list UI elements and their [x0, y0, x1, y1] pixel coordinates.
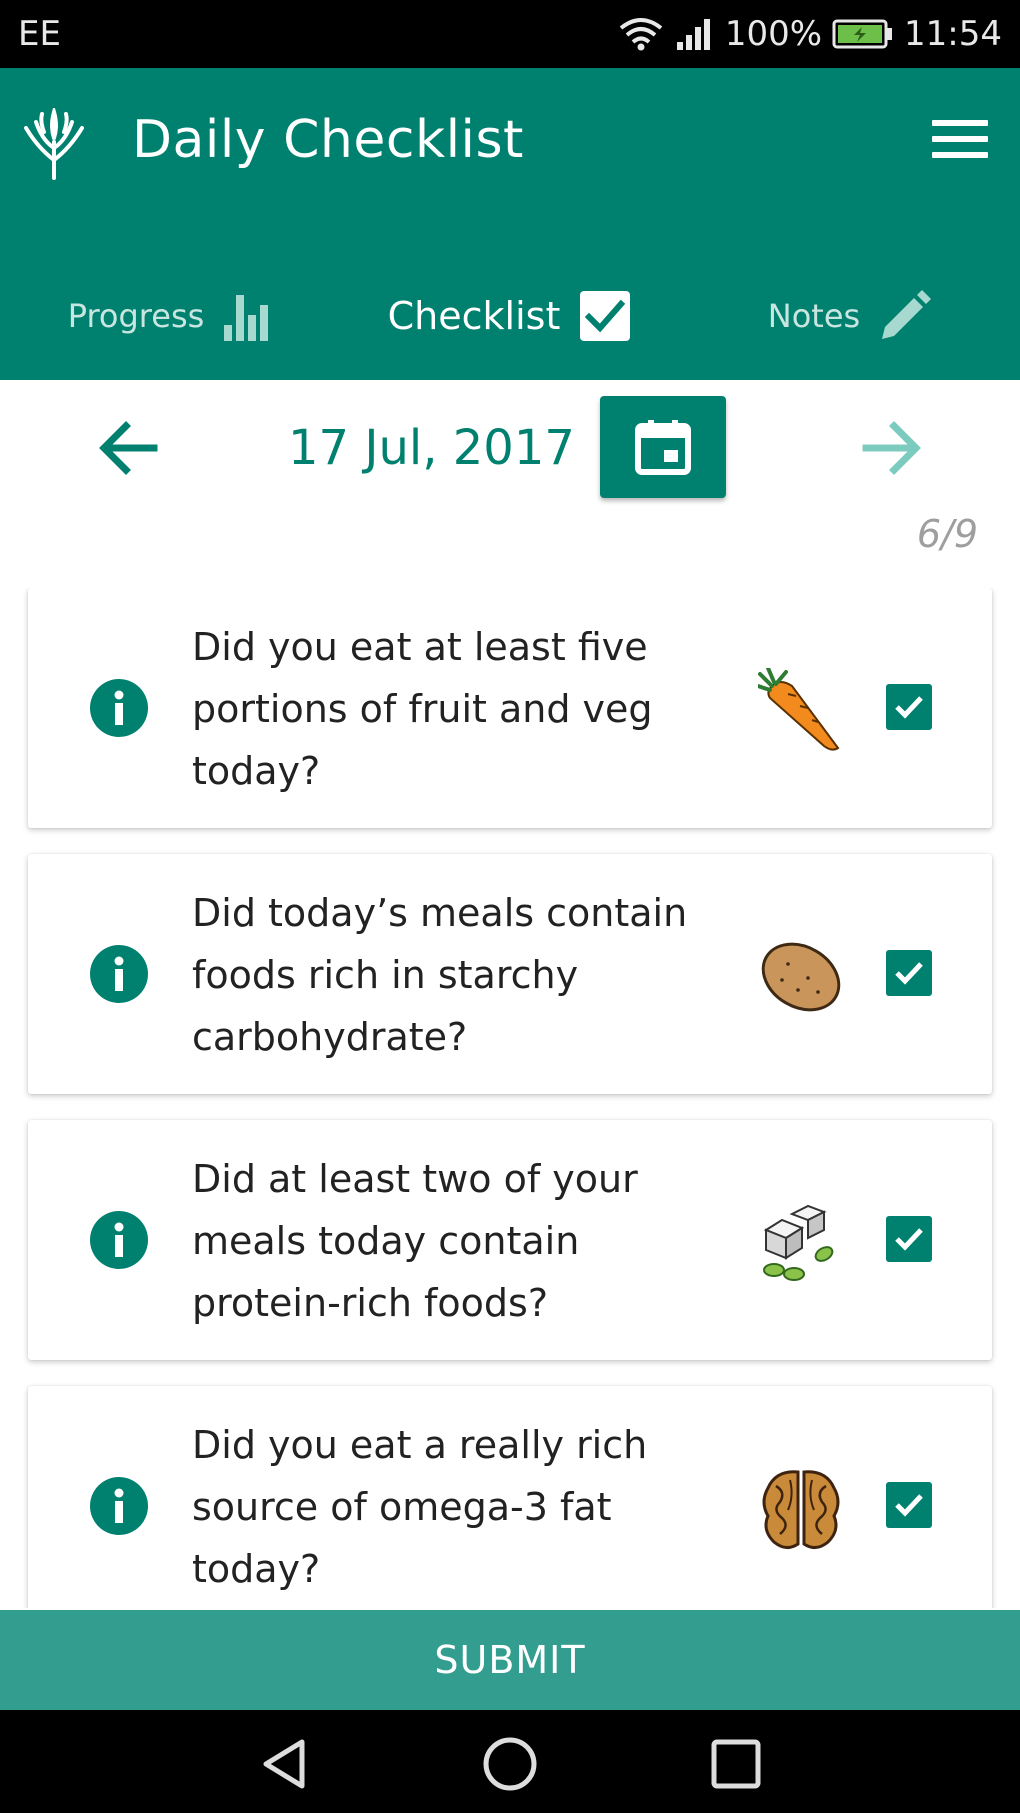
tab-checklist-label: Checklist: [387, 294, 561, 338]
tab-notes[interactable]: Notes: [680, 266, 1020, 366]
bar-chart-icon: [224, 295, 269, 341]
plant-logo-icon: [24, 108, 84, 180]
status-bar: EE 100% 11:54: [0, 0, 1020, 68]
tofu-beans-icon: [763, 1204, 834, 1281]
answer-checkbox[interactable]: [886, 1482, 932, 1528]
clock: 11:54: [904, 14, 1002, 54]
tab-bar: Progress Checklist Notes: [0, 266, 1020, 366]
checkmark-icon: [895, 962, 923, 985]
tab-notes-label: Notes: [767, 297, 861, 335]
question-text: Did at least two of your meals today con…: [192, 1157, 638, 1325]
info-icon[interactable]: [90, 945, 148, 1003]
answer-checkbox[interactable]: [886, 1216, 932, 1262]
info-icon[interactable]: [90, 1211, 148, 1269]
submit-button[interactable]: SUBMIT: [0, 1610, 1020, 1710]
app-bar: Daily Checklist Progress Checklist Notes: [0, 68, 1020, 380]
battery-percent: 100%: [724, 14, 823, 54]
checkmark-icon: [895, 1494, 923, 1517]
page-title: Daily Checklist: [132, 110, 524, 170]
arrow-right-icon[interactable]: [862, 420, 922, 476]
checkmark-icon: [895, 696, 923, 719]
back-nav-icon[interactable]: [254, 1734, 314, 1794]
checklist-item: Did today’s meals contain foods rich in …: [28, 854, 992, 1094]
checklist-item: Did at least two of your meals today con…: [28, 1120, 992, 1360]
system-nav-bar: [0, 1710, 1020, 1813]
potato-icon: [761, 942, 841, 1012]
signal-icon: [676, 19, 710, 50]
carrot-icon: [758, 668, 840, 751]
info-icon[interactable]: [90, 1477, 148, 1535]
question-text: Did today’s meals contain foods rich in …: [192, 891, 688, 1059]
date-navigator: 17 Jul, 2017: [0, 380, 1020, 520]
checklist: Did you eat at least five portions of fr…: [0, 588, 1020, 1608]
tab-progress-label: Progress: [67, 297, 205, 335]
carrier-label: EE: [18, 14, 61, 54]
tab-checklist[interactable]: Checklist: [340, 266, 680, 366]
calendar-button[interactable]: [600, 396, 726, 498]
status-icons: 100% 11:54: [617, 12, 1002, 56]
home-nav-icon[interactable]: [480, 1734, 540, 1794]
checkmark-icon: [895, 1228, 923, 1251]
arrow-left-icon[interactable]: [98, 420, 158, 476]
question-text: Did you eat a really rich source of omeg…: [192, 1423, 648, 1591]
pencil-icon: [882, 290, 932, 339]
walnut-icon: [762, 1470, 840, 1549]
selected-date[interactable]: 17 Jul, 2017: [288, 420, 575, 476]
wifi-icon: [619, 18, 663, 51]
progress-counter: 6/9: [916, 512, 978, 556]
calendar-icon: [635, 420, 691, 475]
question-text: Did you eat at least five portions of fr…: [192, 625, 653, 793]
battery-charging-icon: [832, 19, 893, 49]
answer-checkbox[interactable]: [886, 684, 932, 730]
hamburger-menu-icon[interactable]: [932, 120, 988, 164]
checklist-item: Did you eat at least five portions of fr…: [28, 588, 992, 828]
recents-nav-icon[interactable]: [706, 1734, 766, 1794]
tab-progress[interactable]: Progress: [0, 266, 340, 366]
checkbox-icon: [580, 291, 631, 341]
info-icon[interactable]: [90, 679, 148, 737]
checklist-item: Did you eat a really rich source of omeg…: [28, 1386, 992, 1608]
answer-checkbox[interactable]: [886, 950, 932, 996]
